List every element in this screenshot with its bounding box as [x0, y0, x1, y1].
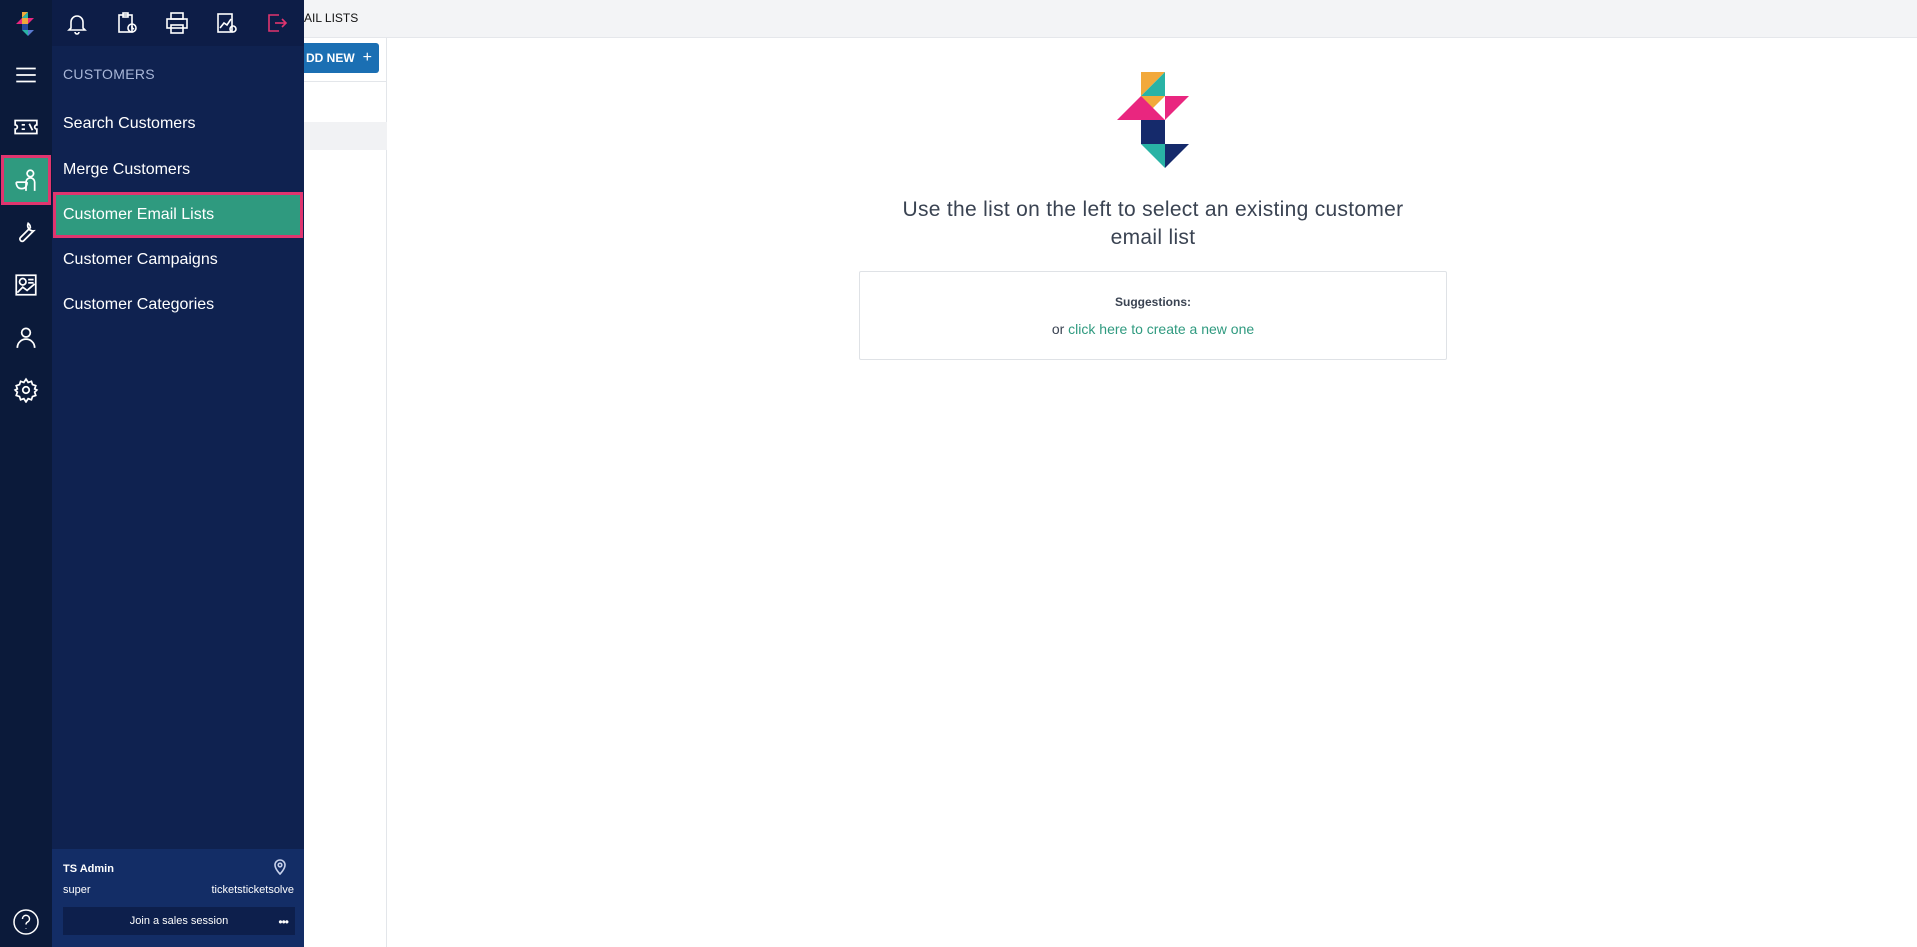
join-sales-session-button[interactable]: Join a sales session ••• — [63, 907, 295, 935]
suggestions-box: Suggestions: or click here to create a n… — [859, 271, 1447, 360]
brand-logo — [1117, 72, 1189, 168]
menu-item-search-customers[interactable]: Search Customers — [52, 102, 304, 146]
join-sales-session-label: Join a sales session — [129, 915, 229, 927]
divider — [304, 81, 387, 82]
menu-item-customer-email-lists[interactable]: Customer Email Lists — [53, 192, 303, 238]
menu-item-customer-campaigns[interactable]: Customer Campaigns — [52, 238, 304, 282]
plus-icon: + — [362, 49, 373, 66]
more-options-icon[interactable]: ••• — [278, 915, 289, 929]
bell-icon[interactable] — [52, 0, 102, 46]
gear-icon[interactable] — [3, 367, 49, 413]
user-panel: TS Admin super ticketsticketsolve Join a… — [52, 849, 304, 947]
menu-heading: CUSTOMERS — [63, 66, 155, 82]
location-pin-icon[interactable] — [272, 859, 288, 876]
help-icon[interactable] — [12, 908, 40, 936]
list-item[interactable] — [304, 122, 387, 150]
menu-icon[interactable] — [3, 52, 49, 98]
menu-item-customer-categories[interactable]: Customer Categories — [52, 283, 304, 327]
customers-flyout-menu: CUSTOMERS Search Customers Merge Custome… — [52, 0, 304, 947]
add-new-label: DD NEW — [306, 51, 355, 65]
wrench-icon[interactable] — [3, 209, 49, 255]
ticket-icon[interactable] — [3, 104, 49, 150]
page-title: AIL LISTS — [304, 11, 359, 25]
customers-icon[interactable] — [1, 155, 51, 205]
suggestion-line: or click here to create a new one — [860, 321, 1446, 337]
empty-state-message: Use the list on the left to select an ex… — [902, 198, 1404, 249]
chart-icon[interactable] — [202, 0, 252, 46]
clipboard-clock-icon[interactable] — [102, 0, 152, 46]
user-name: TS Admin — [63, 863, 114, 875]
app-logo[interactable] — [12, 10, 40, 38]
add-new-button[interactable]: DD NEW + — [304, 43, 379, 73]
create-new-link[interactable]: click here to create a new one — [1068, 321, 1254, 337]
user-icon[interactable] — [3, 314, 49, 360]
flyout-toolbar — [52, 0, 304, 46]
menu-item-merge-customers[interactable]: Merge Customers — [52, 148, 304, 192]
icon-rail — [0, 0, 52, 947]
suggestions-title: Suggestions: — [1114, 295, 1191, 309]
suggestion-prefix: or — [1051, 321, 1065, 337]
reports-icon[interactable] — [3, 262, 49, 308]
logout-icon[interactable] — [252, 0, 302, 46]
user-org: ticketsticketsolve — [211, 884, 294, 896]
email-list-panel: DD NEW + — [304, 38, 387, 947]
printer-icon[interactable] — [152, 0, 202, 46]
top-bar: AIL LISTS — [304, 0, 1917, 38]
user-role: super — [63, 884, 91, 896]
